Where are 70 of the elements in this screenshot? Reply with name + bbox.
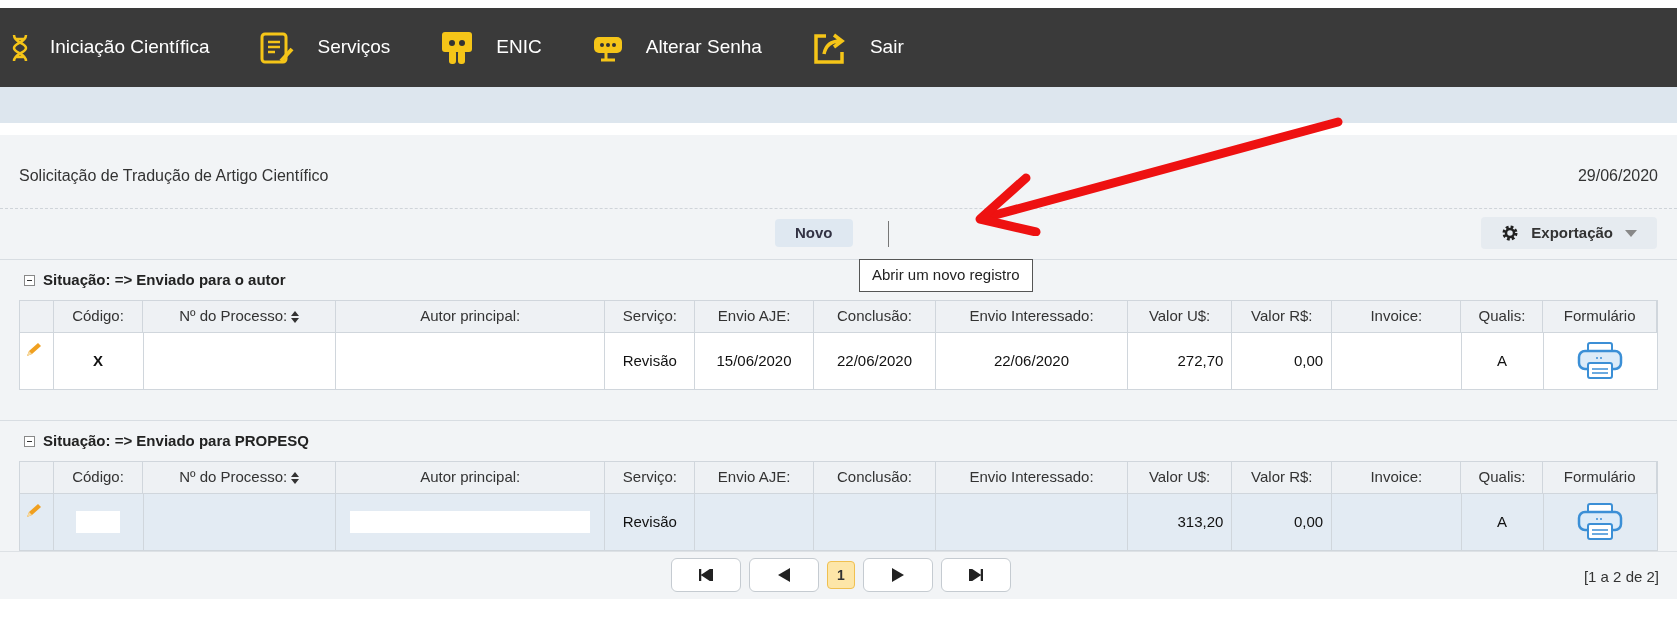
table-cell-text: 0,00 <box>1294 350 1324 371</box>
table-cell-text: A <box>1497 350 1508 371</box>
column-header: Invoice: <box>1370 306 1423 327</box>
next-page-button[interactable] <box>863 558 933 592</box>
column-header: Valor U$: <box>1148 467 1211 488</box>
document-pencil-icon <box>259 30 296 65</box>
nav-link[interactable]: Alterar Senha <box>645 33 762 62</box>
column-header: Valor R$: <box>1251 467 1313 488</box>
column-header: Código: <box>72 467 124 488</box>
nav-link[interactable]: Serviços <box>317 33 391 62</box>
table-cell-text: Revisão <box>622 350 677 371</box>
nav-link[interactable]: ENIC <box>496 33 542 62</box>
toggle-icon[interactable] <box>24 274 35 286</box>
page-button[interactable]: 1 <box>827 561 855 589</box>
export-button[interactable]: Exportação <box>1481 217 1657 249</box>
column-header: Serviço: <box>622 306 677 327</box>
previous-page-button[interactable] <box>749 558 819 592</box>
table-cell-text: X <box>93 350 104 371</box>
table-cell-text: 22/06/2020 <box>836 350 913 371</box>
nav-link[interactable]: Iniciação Científica <box>50 33 210 62</box>
table-cell-text: 15/06/2020 <box>716 350 792 371</box>
column-header: Código: <box>72 306 124 327</box>
badge-icon <box>440 29 475 66</box>
sort-icon[interactable] <box>291 471 300 484</box>
previous-icon <box>778 568 790 582</box>
next-icon <box>892 568 904 582</box>
column-header: Qualis: <box>1478 306 1526 327</box>
new-button[interactable]: Novo <box>775 219 853 247</box>
table-cell-text: 22/06/2020 <box>993 350 1069 371</box>
column-header: Invoice: <box>1370 467 1423 488</box>
table-cell-text: 0,00 <box>1294 511 1324 532</box>
table-cell-text: Revisão <box>622 511 677 532</box>
nav-link[interactable]: Sair <box>869 33 904 62</box>
table-cell-text: 313,20 <box>1177 511 1224 532</box>
group-title: Situação: => Enviado para PROPESQ <box>43 430 309 451</box>
column-header: Conclusão: <box>837 467 913 488</box>
first-page-icon <box>699 569 713 581</box>
column-header: Formulário <box>1563 306 1636 327</box>
printer-icon[interactable] <box>1576 341 1625 381</box>
last-page-icon <box>969 569 983 581</box>
page-title: Solicitação de Tradução de Artigo Científico <box>19 165 329 186</box>
column-header: Envio AJE: <box>717 306 791 327</box>
tooltip: Abrir um novo registro <box>859 259 1033 292</box>
pagination-summary: [1 a 2 de 2] <box>1583 567 1659 587</box>
first-page-button[interactable] <box>671 558 741 592</box>
gear-icon <box>1501 224 1520 242</box>
column-header: Envio AJE: <box>717 467 791 488</box>
column-header: Autor principal: <box>420 306 521 327</box>
printer-icon[interactable] <box>1576 502 1625 542</box>
table-row[interactable]: Revisão 313,20 0,00 A <box>20 494 1657 550</box>
column-header: Conclusão: <box>837 306 913 327</box>
column-header: Serviço: <box>622 467 677 488</box>
column-header: Valor R$: <box>1251 306 1313 327</box>
column-header: Autor principal: <box>420 467 521 488</box>
column-header[interactable]: Nº do Processo: <box>179 305 288 328</box>
column-header: Formulário <box>1563 467 1636 488</box>
column-header: Qualis: <box>1478 467 1526 488</box>
date-label: 29/06/2020 <box>1577 165 1658 186</box>
table-cell-text: 272,70 <box>1177 350 1224 371</box>
column-header: Envio Interessado: <box>969 306 1094 327</box>
last-page-button[interactable] <box>941 558 1011 592</box>
column-header: Valor U$: <box>1148 306 1211 327</box>
toggle-icon[interactable] <box>24 435 35 447</box>
dna-icon <box>12 32 28 63</box>
table-cell-text: A <box>1497 511 1508 532</box>
column-header[interactable]: Nº do Processo: <box>179 466 288 489</box>
caret-icon <box>1625 229 1637 237</box>
group-title: Situação: => Enviado para o autor <box>43 269 286 290</box>
sort-icon[interactable] <box>291 310 300 323</box>
column-header: Envio Interessado: <box>969 467 1094 488</box>
